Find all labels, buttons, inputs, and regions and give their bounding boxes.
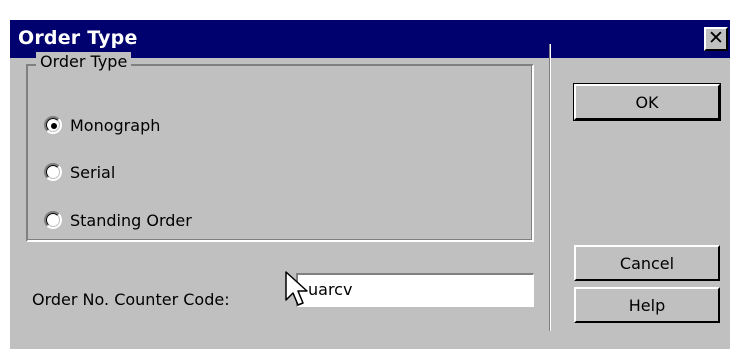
radio-monograph[interactable]: Monograph: [44, 111, 160, 139]
counter-code-input[interactable]: uarcv: [296, 273, 534, 307]
radio-selected-dot: [51, 123, 57, 129]
radio-inner-ring: [46, 165, 60, 179]
arrow-cursor-icon: [285, 271, 308, 306]
counter-code-label: Order No. Counter Code:: [32, 290, 230, 309]
close-button[interactable]: ✕: [704, 27, 728, 51]
radio-button-icon[interactable]: [44, 116, 62, 134]
radio-label[interactable]: Monograph: [70, 116, 160, 135]
dialog-title: Order Type: [18, 27, 138, 49]
ok-button[interactable]: OK: [573, 83, 721, 121]
radio-button-icon[interactable]: [44, 163, 62, 181]
radio-inner-ring: [46, 213, 60, 227]
radio-serial[interactable]: Serial: [44, 158, 115, 186]
radio-label[interactable]: Serial: [70, 163, 115, 182]
cancel-button[interactable]: Cancel: [574, 245, 720, 281]
groupbox-label: Order Type: [36, 52, 132, 71]
radio-button-icon[interactable]: [44, 211, 62, 229]
radio-standing-order[interactable]: Standing Order: [44, 206, 192, 234]
help-button[interactable]: Help: [574, 287, 720, 323]
close-icon: ✕: [708, 27, 724, 49]
radio-label[interactable]: Standing Order: [70, 211, 192, 230]
vertical-divider-highlight: [550, 44, 551, 331]
